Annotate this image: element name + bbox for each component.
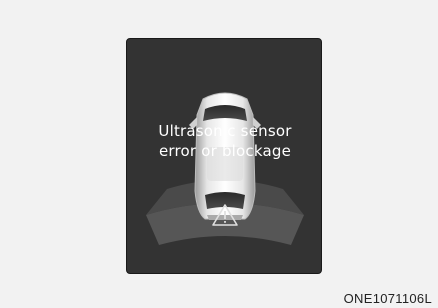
warning-message-line-2: error or blockage [158, 142, 292, 160]
warning-message: Ultrasonic sensor error or blockage [127, 121, 321, 161]
figure-code: ONE1071106L [343, 291, 432, 306]
warning-message-line-1: Ultrasonic sensor [158, 122, 292, 140]
cluster-display-panel: Ultrasonic sensor error or blockage [126, 38, 322, 274]
